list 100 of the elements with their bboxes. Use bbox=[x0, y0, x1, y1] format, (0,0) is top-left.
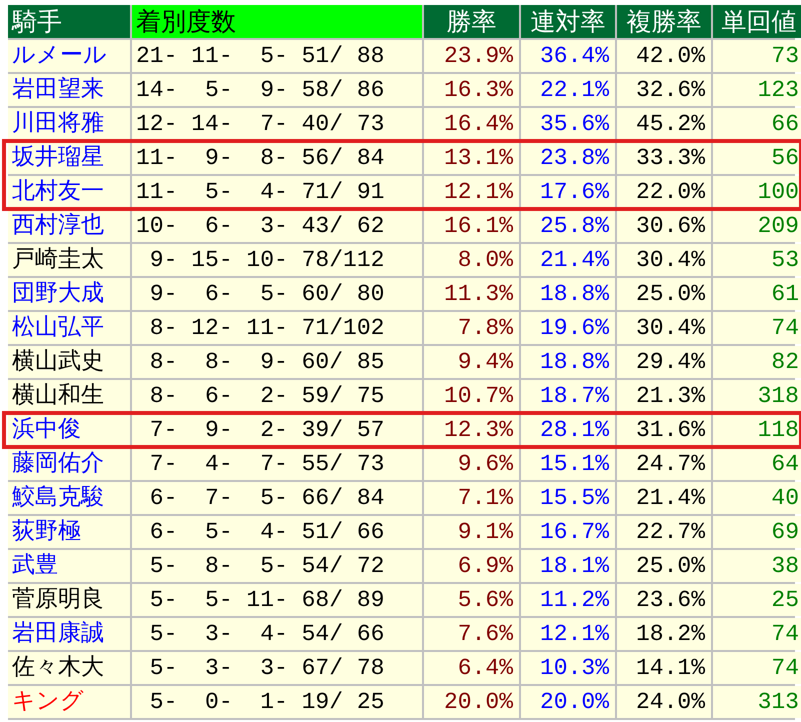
table-cell: 29.4% bbox=[617, 346, 711, 378]
table-cell: 16.1% bbox=[424, 210, 519, 242]
table-cell: 61 bbox=[713, 278, 801, 310]
table-cell: 22.1% bbox=[521, 74, 615, 106]
table-cell: 11- 9- 8- 56/ 84 bbox=[132, 142, 422, 174]
jockey-name-link[interactable]: 荻野極 bbox=[8, 516, 130, 548]
table-cell: 10.3% bbox=[521, 652, 615, 684]
table-cell: 8.0% bbox=[424, 244, 519, 276]
table-cell: 21.3% bbox=[617, 380, 711, 412]
table-cell: 73 bbox=[713, 40, 801, 72]
table-cell: 15.1% bbox=[521, 448, 615, 480]
jockey-name-link[interactable]: 鮫島克駿 bbox=[8, 482, 130, 514]
column-header[interactable]: 複勝率 bbox=[617, 5, 711, 38]
table-cell: 6.4% bbox=[424, 652, 519, 684]
table-cell: 32.6% bbox=[617, 74, 711, 106]
jockey-name-link[interactable]: 西村淳也 bbox=[8, 210, 130, 242]
table-cell: 22.7% bbox=[617, 516, 711, 548]
table-cell: 31.6% bbox=[617, 414, 711, 446]
jockey-name-link[interactable]: 岩田望来 bbox=[8, 74, 130, 106]
table-cell: 18.2% bbox=[617, 618, 711, 650]
jockey-name-link[interactable]: 岩田康誠 bbox=[8, 618, 130, 650]
table-cell: 25.8% bbox=[521, 210, 615, 242]
table-cell: 74 bbox=[713, 312, 801, 344]
table-cell: 30.4% bbox=[617, 312, 711, 344]
table-cell: 38 bbox=[713, 550, 801, 582]
table-cell: 9- 15- 10- 78/112 bbox=[132, 244, 422, 276]
table-cell: 12- 14- 7- 40/ 73 bbox=[132, 108, 422, 140]
table-cell: 11.3% bbox=[424, 278, 519, 310]
table-cell: 21.4% bbox=[521, 244, 615, 276]
table-cell: 21- 11- 5- 51/ 88 bbox=[132, 40, 422, 72]
jockey-name-link[interactable]: 横山和生 bbox=[8, 380, 130, 412]
table-cell: 20.0% bbox=[521, 686, 615, 718]
table-cell: 5- 3- 4- 54/ 66 bbox=[132, 618, 422, 650]
column-header[interactable]: 勝率 bbox=[424, 5, 519, 38]
table-cell: 16.3% bbox=[424, 74, 519, 106]
table-cell: 23.6% bbox=[617, 584, 711, 616]
jockey-name-link[interactable]: 浜中俊 bbox=[8, 414, 130, 446]
table-cell: 8- 12- 11- 71/102 bbox=[132, 312, 422, 344]
table-cell: 18.1% bbox=[521, 550, 615, 582]
column-header[interactable]: 着別度数 bbox=[132, 5, 422, 38]
table-cell: 40 bbox=[713, 482, 801, 514]
jockey-name-link[interactable]: 菅原明良 bbox=[8, 584, 130, 616]
table-cell: 11.2% bbox=[521, 584, 615, 616]
table-cell: 9- 6- 5- 60/ 80 bbox=[132, 278, 422, 310]
table-cell: 7.6% bbox=[424, 618, 519, 650]
table-cell: 209 bbox=[713, 210, 801, 242]
jockey-name-link[interactable]: 団野大成 bbox=[8, 278, 130, 310]
jockey-name-link[interactable]: 戸崎圭太 bbox=[8, 244, 130, 276]
table-cell: 5- 5- 11- 68/ 89 bbox=[132, 584, 422, 616]
table-cell: 7.1% bbox=[424, 482, 519, 514]
table-cell: 17.6% bbox=[521, 176, 615, 208]
jockey-name-link[interactable]: 川田将雅 bbox=[8, 108, 130, 140]
jockey-name-link[interactable]: 武豊 bbox=[8, 550, 130, 582]
table-cell: 5- 8- 5- 54/ 72 bbox=[132, 550, 422, 582]
table-cell: 19.6% bbox=[521, 312, 615, 344]
table-cell: 118 bbox=[713, 414, 801, 446]
table-cell: 24.0% bbox=[617, 686, 711, 718]
jockey-name-link[interactable]: 北村友一 bbox=[8, 176, 130, 208]
table-cell: 10.7% bbox=[424, 380, 519, 412]
jockey-name-link[interactable]: 松山弘平 bbox=[8, 312, 130, 344]
jockey-name-link[interactable]: 横山武史 bbox=[8, 346, 130, 378]
table-cell: 22.0% bbox=[617, 176, 711, 208]
jockey-name-link[interactable]: 坂井瑠星 bbox=[8, 142, 130, 174]
jockey-name-link[interactable]: 藤岡佑介 bbox=[8, 448, 130, 480]
jockey-name-link[interactable]: 佐々木大 bbox=[8, 652, 130, 684]
table-cell: 33.3% bbox=[617, 142, 711, 174]
table-cell: 6- 5- 4- 51/ 66 bbox=[132, 516, 422, 548]
table-cell: 10- 6- 3- 43/ 62 bbox=[132, 210, 422, 242]
column-header[interactable]: 単回値 bbox=[713, 5, 801, 38]
table-cell: 28.1% bbox=[521, 414, 615, 446]
table-cell: 8- 6- 2- 59/ 75 bbox=[132, 380, 422, 412]
table-cell: 14.1% bbox=[617, 652, 711, 684]
table-cell: 6- 7- 5- 66/ 84 bbox=[132, 482, 422, 514]
table-cell: 35.6% bbox=[521, 108, 615, 140]
table-cell: 16.7% bbox=[521, 516, 615, 548]
table-cell: 11- 5- 4- 71/ 91 bbox=[132, 176, 422, 208]
table-cell: 25 bbox=[713, 584, 801, 616]
table-cell: 23.8% bbox=[521, 142, 615, 174]
table-cell: 100 bbox=[713, 176, 801, 208]
table-cell: 5- 3- 3- 67/ 78 bbox=[132, 652, 422, 684]
table-cell: 82 bbox=[713, 346, 801, 378]
table-cell: 5- 0- 1- 19/ 25 bbox=[132, 686, 422, 718]
table-cell: 20.0% bbox=[424, 686, 519, 718]
table-cell: 42.0% bbox=[617, 40, 711, 72]
table-cell: 13.1% bbox=[424, 142, 519, 174]
jockey-name-link[interactable]: ルメール bbox=[8, 40, 130, 72]
table-cell: 25.0% bbox=[617, 278, 711, 310]
column-header[interactable]: 連対率 bbox=[521, 5, 615, 38]
table-cell: 30.6% bbox=[617, 210, 711, 242]
table-cell: 69 bbox=[713, 516, 801, 548]
column-header[interactable]: 騎手 bbox=[8, 5, 130, 38]
table-cell: 74 bbox=[713, 652, 801, 684]
table-cell: 74 bbox=[713, 618, 801, 650]
table-cell: 14- 5- 9- 58/ 86 bbox=[132, 74, 422, 106]
jockey-name-link[interactable]: キング bbox=[8, 686, 130, 718]
table-cell: 23.9% bbox=[424, 40, 519, 72]
table-cell: 25.0% bbox=[617, 550, 711, 582]
table-cell: 24.7% bbox=[617, 448, 711, 480]
table-cell: 6.9% bbox=[424, 550, 519, 582]
table-cell: 36.4% bbox=[521, 40, 615, 72]
